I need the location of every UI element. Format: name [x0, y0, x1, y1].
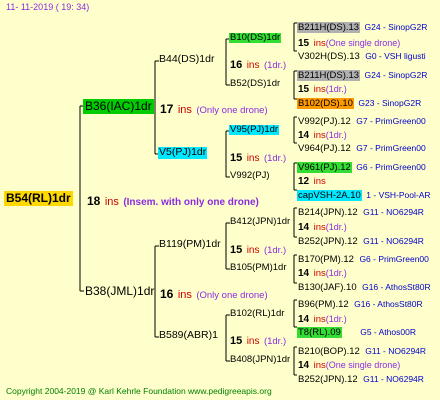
gen-count: 15: [230, 335, 243, 347]
queen-b36[interactable]: B36(IAC)1dr: [83, 99, 154, 115]
pedigree-chart: { "header": { "date": "11- 11-2019 ( 19:…: [0, 0, 440, 400]
breeding-line: G6 - PrimGreen00: [356, 162, 426, 172]
breeding-line: G5 - Athos00R: [360, 327, 416, 337]
queen-capvsh[interactable]: capVSH-2A.10 1 - VSH-Pool-AR: [297, 185, 431, 203]
gen-count: 16: [230, 59, 243, 71]
queen-b211h-2[interactable]: B211H(DS).13 G24 - SinopG2R: [297, 65, 427, 83]
queen-b119[interactable]: B119(PM)1dr: [158, 238, 222, 251]
queen-name: V961(PJ).12: [297, 162, 352, 173]
breeding-line: 1 - VSH-Pool-AR: [366, 190, 431, 200]
report-date: 11- 11-2019 ( 19: 34): [6, 2, 90, 12]
root-info: 18 ins (Insem. with only one drone): [87, 192, 259, 210]
queen-v5-info: 15 ins (1dr.): [230, 148, 286, 166]
queen-name: B252(JPN).12: [298, 236, 358, 247]
note-label: (Only one drone): [196, 290, 268, 301]
ins-label: ins: [246, 60, 260, 71]
note-label: (1dr.): [263, 245, 287, 256]
queen-b96[interactable]: B96(PM).12 G16 - AthosSt80R: [297, 294, 423, 312]
queen-name: T8(RL).09: [297, 327, 342, 338]
queen-b130[interactable]: B130(JAF).10 G16 - AthosSt80R: [297, 277, 431, 295]
queen-b38-info: 16 ins (Only one drone): [160, 285, 268, 303]
queen-name: B96(PM).12: [298, 299, 349, 310]
queen-name: B210(BOP).12: [298, 346, 360, 357]
queen-v964[interactable]: V964(PJ).12 G7 - PrimGreen00: [297, 138, 426, 156]
queen-b589-info: 15 ins (1dr.): [230, 331, 286, 349]
breeding-line: G16 - AthosSt80R: [354, 299, 423, 309]
breeding-line: G16 - AthosSt80R: [362, 282, 431, 292]
copyright-footer: Copyright 2004-2019 @ Karl Kehrle Founda…: [6, 386, 272, 396]
queen-b408[interactable]: B408(JPN)1dr: [229, 354, 291, 365]
queen-b589[interactable]: B589(ABR)1: [158, 329, 219, 342]
note-label: (1dr.): [263, 60, 287, 71]
queen-b10[interactable]: B10(DS)1dr: [229, 32, 282, 44]
ins-label: ins: [177, 289, 192, 301]
queen-b44-info: 16 ins (1dr.): [230, 55, 286, 73]
queen-name: B170(PM).12: [298, 254, 354, 265]
breeding-line: G23 - SinopG2R: [358, 98, 422, 108]
queen-name: B252(JPN).12: [298, 374, 358, 385]
ins-label: ins: [246, 336, 260, 347]
queen-b44[interactable]: B44(DS)1dr: [158, 53, 215, 66]
queen-b210[interactable]: B210(BOP).12 G11 - NO6294R: [297, 341, 426, 359]
queen-name: V302H(DS).13: [298, 51, 360, 62]
note-label: (Only one drone): [196, 105, 268, 116]
ins-label: ins: [177, 104, 192, 116]
queen-v95[interactable]: V95(PJ)1dr: [229, 124, 280, 136]
queen-b119-info: 15 ins (1dr.): [230, 240, 286, 258]
breeding-line: G0 - VSH ligusti: [365, 51, 426, 61]
breeding-line: G24 - SinopG2R: [364, 22, 428, 32]
gen-count: 17: [160, 102, 174, 116]
queen-b102-ds[interactable]: B102(DS).10 G23 - SinopG2R: [297, 93, 421, 111]
queen-v5[interactable]: V5(PJ)1dr: [158, 146, 208, 159]
breeding-line: G7 - PrimGreen00: [356, 143, 426, 153]
queen-b38[interactable]: B38(JML)1dr: [83, 284, 156, 299]
root-gen: 18: [87, 194, 101, 208]
queen-name: B211H(DS).13: [297, 70, 361, 81]
queen-b102-rl[interactable]: B102(RL)1dr: [229, 308, 285, 319]
ins-label: ins: [246, 245, 260, 256]
queen-name: capVSH-2A.10: [297, 190, 362, 201]
queen-name: B102(DS).10: [297, 98, 354, 109]
breeding-line: G7 - PrimGreen00: [356, 116, 426, 126]
queen-name: V992(PJ).12: [298, 116, 351, 127]
note-label: (1dr.): [263, 336, 287, 347]
breeding-line: G11 - NO6294R: [363, 236, 424, 246]
queen-t8[interactable]: T8(RL).09 G5 - Athos00R: [297, 322, 416, 340]
breeding-line: G6 - PrimGreen00: [359, 254, 429, 264]
breeding-line: G11 - NO6294R: [363, 374, 424, 384]
gen-count: 16: [160, 287, 174, 301]
note-label: (1dr.): [263, 153, 287, 164]
queen-b252-2[interactable]: B252(JPN).12 G11 - NO6294R: [297, 369, 424, 387]
queen-name: B214(JPN).12: [298, 207, 358, 218]
queen-v302h[interactable]: V302H(DS).13 G0 - VSH ligusti: [297, 46, 426, 64]
queen-b252-1[interactable]: B252(JPN).12 G11 - NO6294R: [297, 231, 424, 249]
queen-b105[interactable]: B105(PM)1dr: [229, 262, 288, 273]
queen-name: B211H(DS).13: [297, 22, 361, 33]
queen-b214[interactable]: B214(JPN).12 G11 - NO6294R: [297, 202, 424, 220]
root-ins: ins: [104, 196, 119, 208]
queen-name: V964(PJ).12: [298, 143, 351, 154]
queen-v992-pj[interactable]: V992(PJ).12 G7 - PrimGreen00: [297, 111, 426, 129]
queen-v961[interactable]: V961(PJ).12 G6 - PrimGreen00: [297, 157, 426, 175]
queen-b36-info: 17 ins (Only one drone): [160, 100, 268, 118]
queen-b52[interactable]: B52(DS)1dr: [229, 78, 281, 89]
gen-count: 15: [230, 152, 243, 164]
queen-b412[interactable]: B412(JPN)1dr: [229, 216, 291, 227]
root-queen[interactable]: B54(RL)1dr: [4, 191, 73, 207]
queen-v992[interactable]: V992(PJ): [229, 170, 271, 181]
gen-count: 15: [230, 244, 243, 256]
root-note: (Insem. with only one drone): [123, 197, 259, 208]
queen-name: B130(JAF).10: [298, 282, 357, 293]
breeding-line: G11 - NO6294R: [365, 346, 427, 356]
queen-b211h-1[interactable]: B211H(DS).13 G24 - SinopG2R: [297, 17, 427, 35]
queen-b170[interactable]: B170(PM).12 G6 - PrimGreen00: [297, 249, 429, 267]
breeding-line: G11 - NO6294R: [363, 207, 424, 217]
ins-label: ins: [246, 153, 260, 164]
breeding-line: G24 - SinopG2R: [364, 70, 428, 80]
